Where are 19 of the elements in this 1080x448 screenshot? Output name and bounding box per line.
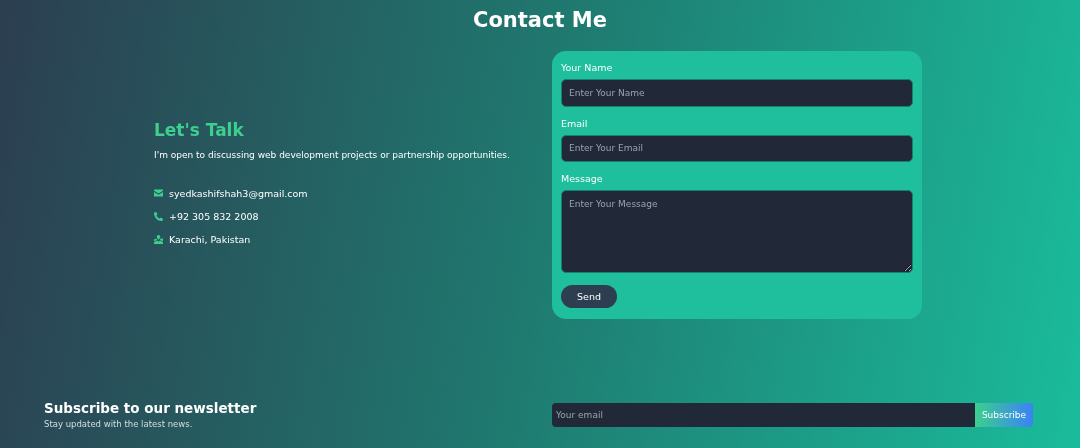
field-label: Email: [561, 117, 589, 129]
contact-text: syedkashifshah3@gmail.com: [169, 187, 308, 199]
phone-icon: [154, 211, 163, 221]
contact-text: Karachi, Pakistan: [169, 233, 251, 245]
intro-text: I'm open to discussing web development projects or partnership opportunities.: [154, 148, 510, 162]
newsletter-heading: Subscribe to our newsletter: [44, 400, 258, 416]
newsletter-text: Stay updated with the latest news.: [44, 419, 194, 429]
envelope-icon: [154, 189, 163, 197]
field-label: Your Name: [561, 62, 614, 73]
input-field[interactable]: Enter Your Name: [561, 79, 913, 107]
field-label: Message: [561, 173, 604, 185]
email-field[interactable]: Your email: [552, 402, 975, 427]
input-field[interactable]: Enter Your Email: [561, 134, 913, 163]
message-field[interactable]: Enter Your Message: [561, 190, 913, 274]
map-pin-icon: [154, 234, 163, 244]
page-title: Contact Me: [472, 8, 608, 32]
section-heading: Let's Talk: [154, 119, 245, 140]
send-button[interactable]: Send: [561, 285, 617, 308]
contact-text: +92 305 832 2008: [169, 210, 259, 222]
